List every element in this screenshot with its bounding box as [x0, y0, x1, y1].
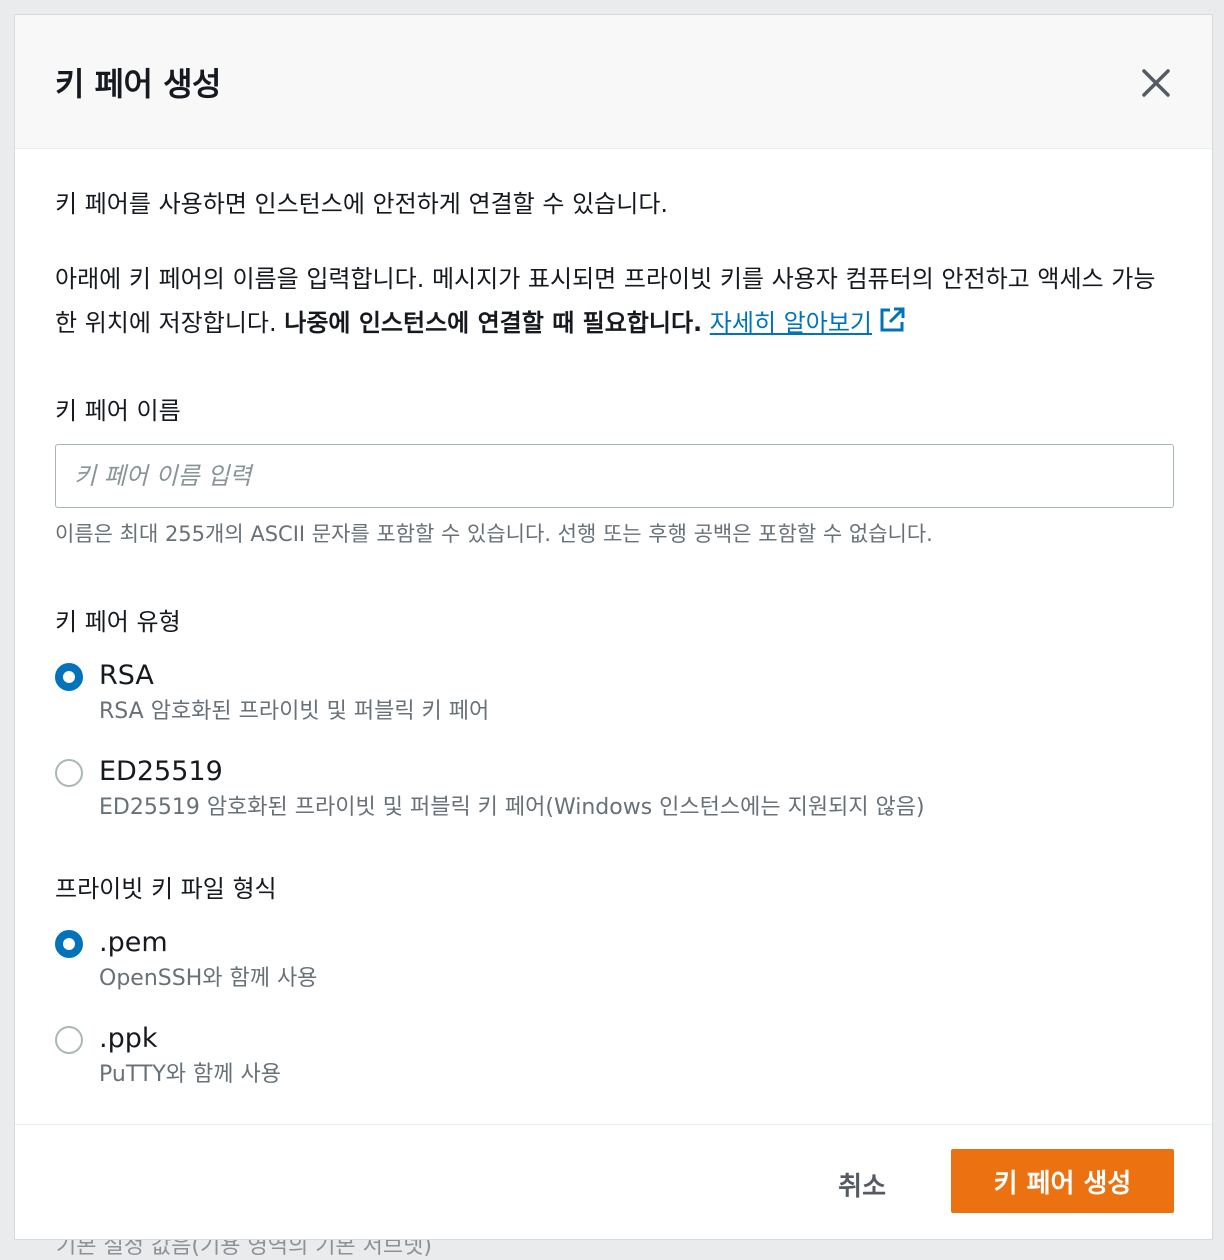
learn-more-label: 자세히 알아보기: [709, 309, 872, 337]
radio-title: .pem: [99, 927, 168, 958]
radio-description: OpenSSH와 함께 사용: [99, 966, 318, 991]
radio-title: RSA: [99, 660, 154, 691]
radio-option-ppk[interactable]: .ppk PuTTY와 함께 사용: [55, 1022, 1172, 1090]
create-key-pair-modal: 키 페어 생성 키 페어를 사용하면 인스턴스에 안전하게 연결할 수 있습니다…: [14, 14, 1213, 1240]
radio-description: RSA 암호화된 프라이빗 및 퍼블릭 키 페어: [99, 699, 490, 724]
learn-more-link[interactable]: 자세히 알아보기: [709, 307, 906, 337]
radio-option-ed25519[interactable]: ED25519 ED25519 암호화된 프라이빗 및 퍼블릭 키 페어(Win…: [55, 755, 1172, 823]
key-pair-name-hint: 이름은 최대 255개의 ASCII 문자를 포함할 수 있습니다. 선행 또는…: [55, 522, 933, 546]
radio-button-checked[interactable]: [55, 930, 83, 958]
radio-button-unchecked[interactable]: [55, 1026, 83, 1054]
key-pair-type-group: RSA RSA 암호화된 프라이빗 및 퍼블릭 키 페어 ED25519 ED2…: [55, 659, 1172, 823]
modal-footer: 취소 키 페어 생성: [15, 1124, 1212, 1239]
modal-header: 키 페어 생성: [15, 15, 1212, 149]
key-pair-name-label: 키 페어 이름: [55, 397, 181, 425]
private-key-format-group: .pem OpenSSH와 함께 사용 .ppk PuTTY와 함께 사용: [55, 926, 1172, 1090]
external-link-icon: [880, 307, 905, 332]
radio-description: ED25519 암호화된 프라이빗 및 퍼블릭 키 페어(Windows 인스턴…: [99, 795, 925, 820]
close-icon: [1142, 69, 1170, 97]
radio-description: PuTTY와 함께 사용: [99, 1062, 281, 1087]
radio-title: ED25519: [99, 756, 223, 787]
private-key-format-label: 프라이빗 키 파일 형식: [55, 875, 277, 903]
instruction-text: 아래에 키 페어의 이름을 입력합니다. 메시지가 표시되면 프라이빗 키를 사…: [55, 257, 1172, 345]
key-pair-name-input[interactable]: [55, 444, 1174, 508]
modal-body: 키 페어를 사용하면 인스턴스에 안전하게 연결할 수 있습니다. 아래에 키 …: [15, 149, 1212, 1090]
instruction-bold: 나중에 인스턴스에 연결할 때 필요합니다.: [284, 309, 703, 337]
radio-button-unchecked[interactable]: [55, 759, 83, 787]
key-pair-type-label: 키 페어 유형: [55, 608, 181, 636]
close-button[interactable]: [1136, 63, 1176, 103]
radio-button-checked[interactable]: [55, 663, 83, 691]
cancel-button[interactable]: 취소: [832, 1165, 892, 1204]
intro-text: 키 페어를 사용하면 인스턴스에 안전하게 연결할 수 있습니다.: [55, 190, 669, 218]
radio-option-pem[interactable]: .pem OpenSSH와 함께 사용: [55, 926, 1172, 994]
modal-title: 키 페어 생성: [55, 65, 221, 103]
radio-option-rsa[interactable]: RSA RSA 암호화된 프라이빗 및 퍼블릭 키 페어: [55, 659, 1172, 727]
radio-title: .ppk: [99, 1023, 158, 1054]
create-key-pair-button[interactable]: 키 페어 생성: [951, 1149, 1174, 1213]
